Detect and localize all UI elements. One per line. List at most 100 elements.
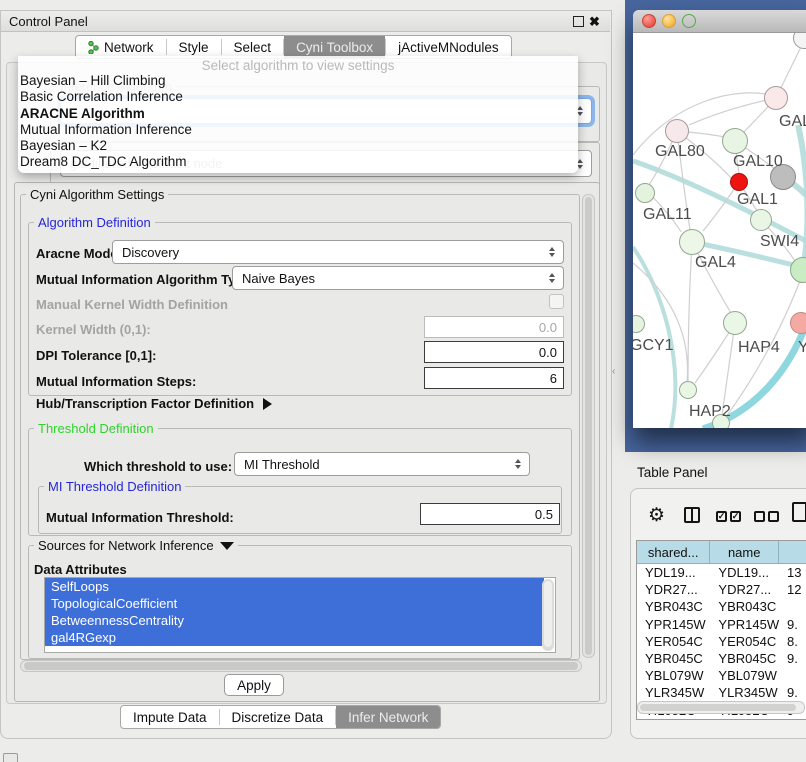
mi-algorithm-type-combobox[interactable]: Naive Bayes (232, 266, 564, 290)
data-attribute-item[interactable]: TopologicalCoefficient (45, 595, 544, 612)
tab-cyni-toolbox[interactable]: Cyni Toolbox (284, 36, 385, 58)
hide-columns-icon[interactable] (754, 511, 779, 522)
table-hscrollbar-thumb[interactable] (640, 704, 796, 711)
network-node-salmon-node[interactable] (790, 312, 806, 334)
tab-select[interactable]: Select (222, 36, 284, 58)
close-traffic-light-icon[interactable] (642, 14, 656, 28)
apply-button[interactable]: Apply (224, 674, 284, 696)
network-node-red-node[interactable] (730, 173, 748, 191)
attributes-scrollbar[interactable] (542, 579, 554, 651)
network-node-pink-top[interactable] (764, 86, 788, 110)
minimized-panel-button[interactable] (3, 753, 18, 762)
split-columns-icon[interactable] (684, 507, 700, 523)
tab-style[interactable]: Style (167, 36, 221, 58)
data-attribute-item[interactable]: SelfLoops (45, 578, 544, 595)
algorithm-option[interactable]: Bayesian – Hill Climbing (18, 73, 578, 89)
tab-discretize-data[interactable]: Discretize Data (220, 706, 336, 728)
table-cell: YPR145W (637, 616, 710, 633)
gear-icon[interactable]: ⚙ (648, 504, 665, 527)
mi-threshold-label: Mutual Information Threshold: (46, 510, 234, 525)
kernel-width-field[interactable]: 0.0 (424, 316, 564, 338)
column-header[interactable] (779, 541, 806, 564)
hub-definition-toggle[interactable]: Hub/Transcription Factor Definition (36, 396, 272, 411)
which-threshold-combobox[interactable]: MI Threshold (234, 452, 530, 476)
network-node-top-partial[interactable] (793, 33, 806, 49)
attributes-scrollbar-thumb[interactable] (544, 581, 552, 647)
table-row[interactable]: YBR045CYBR045C9. (637, 650, 806, 667)
show-columns-icon[interactable]: ✓✓ (716, 511, 741, 522)
aracne-mode-combobox[interactable]: Discovery (112, 240, 564, 264)
tab-label: Discretize Data (232, 710, 324, 725)
table-row[interactable]: YBL079WYBL079W (637, 667, 806, 684)
hub-definition-label: Hub/Transcription Factor Definition (36, 396, 254, 411)
tab-label: Select (234, 40, 272, 55)
algorithm-option[interactable]: Basic Correlation Inference (18, 89, 578, 105)
table-cell: YBL079W (710, 667, 779, 684)
network-node-HAP4[interactable] (723, 311, 747, 335)
cyni-settings-group-title: Cyni Algorithm Settings (26, 188, 168, 202)
table-cell (779, 667, 806, 684)
data-attribute-item[interactable]: BetweennessCentrality (45, 612, 544, 629)
sources-group-title[interactable]: Sources for Network Inference (34, 539, 238, 553)
table-row[interactable]: YBR043CYBR043C (637, 598, 806, 615)
document-icon[interactable] (792, 502, 806, 522)
network-node-GAL4[interactable] (679, 229, 705, 255)
close-icon[interactable]: ✖ (589, 15, 600, 28)
network-canvas[interactable]: GALGAL80GAL10GAL1GAL11SWI4GAL4GCY1HAP4YH… (633, 33, 806, 428)
tab-infer-network[interactable]: Infer Network (336, 706, 440, 728)
table-row[interactable]: YDL19...YDL19...13 (637, 564, 806, 581)
which-threshold-label: Which threshold to use: (84, 459, 232, 474)
algorithm-dropdown: Select algorithm to view settings Bayesi… (18, 56, 578, 173)
table-row[interactable]: YPR145WYPR145W9. (637, 616, 806, 633)
tab-label: jActiveMNodules (398, 40, 499, 55)
network-node-GAL11[interactable] (635, 183, 655, 203)
zoom-traffic-light-icon[interactable] (682, 14, 696, 28)
network-node-GAL80[interactable] (665, 119, 689, 143)
table-row[interactable]: YER054CYER054C8. (637, 633, 806, 650)
data-attributes-list[interactable]: SelfLoopsTopologicalCoefficientBetweenne… (44, 577, 556, 653)
dpi-tolerance-field[interactable]: 0.0 (424, 341, 564, 363)
table-cell: YLR345W (710, 684, 779, 701)
tab-jactivemnodules[interactable]: jActiveMNodules (386, 36, 511, 58)
control-panel-titlebar: Control Panel (1, 11, 610, 32)
minimize-traffic-light-icon[interactable] (662, 14, 676, 28)
table-cell: YDL19... (710, 564, 779, 581)
settings-hscrollbar-thumb[interactable] (24, 662, 578, 670)
algorithm-option[interactable]: Mutual Information Inference (18, 122, 578, 138)
table-cell: 12 (779, 581, 806, 598)
table-row[interactable]: YLR345WYLR345W9. (637, 684, 806, 701)
table-cell: YDL19... (637, 564, 710, 581)
data-attribute-item[interactable]: gal4RGexp (45, 629, 544, 646)
network-node-GCY1[interactable] (633, 315, 645, 333)
mi-steps-field[interactable]: 6 (424, 367, 564, 389)
mi-algorithm-type-label: Mutual Information Algorithm Type: (36, 272, 255, 287)
node-label: GAL80 (655, 143, 705, 161)
node-label: HAP4 (738, 339, 780, 357)
column-header[interactable]: shared... (637, 541, 710, 564)
table-body: YDL19...YDL19...13YDR27...YDR27...12YBR0… (637, 564, 806, 719)
settings-scrollbar-thumb[interactable] (585, 197, 592, 655)
tab-impute-data[interactable]: Impute Data (121, 706, 219, 728)
settings-hscrollbar[interactable] (20, 660, 582, 672)
tab-network[interactable]: Network (76, 36, 166, 58)
network-node-HAP2[interactable] (679, 381, 697, 399)
network-node-green-right[interactable] (790, 257, 806, 283)
algorithm-option[interactable]: Bayesian – K2 (18, 138, 578, 154)
table-row[interactable]: YDR27...YDR27...12 (637, 581, 806, 598)
table-cell: YBR045C (710, 650, 779, 667)
combo-arrows-icon (515, 459, 521, 469)
node-label: HAP2 (689, 403, 731, 421)
table-hscrollbar[interactable] (637, 701, 805, 714)
column-header[interactable]: name (710, 541, 779, 564)
dpi-tolerance-label: DPI Tolerance [0,1]: (36, 348, 156, 363)
mi-threshold-field[interactable]: 0.5 (420, 503, 560, 525)
network-node-GAL1[interactable] (750, 209, 772, 231)
tab-label: Impute Data (133, 710, 207, 725)
algorithm-option[interactable]: Dream8 DC_TDC Algorithm (18, 154, 578, 170)
algorithm-option[interactable]: ARACNE Algorithm (18, 106, 578, 122)
network-node-GAL10[interactable] (722, 128, 748, 154)
splitter-handle[interactable]: ‹ (612, 366, 615, 377)
manual-kernel-checkbox[interactable] (549, 294, 564, 309)
float-window-icon[interactable] (573, 16, 584, 27)
settings-scrollbar[interactable] (582, 194, 595, 658)
